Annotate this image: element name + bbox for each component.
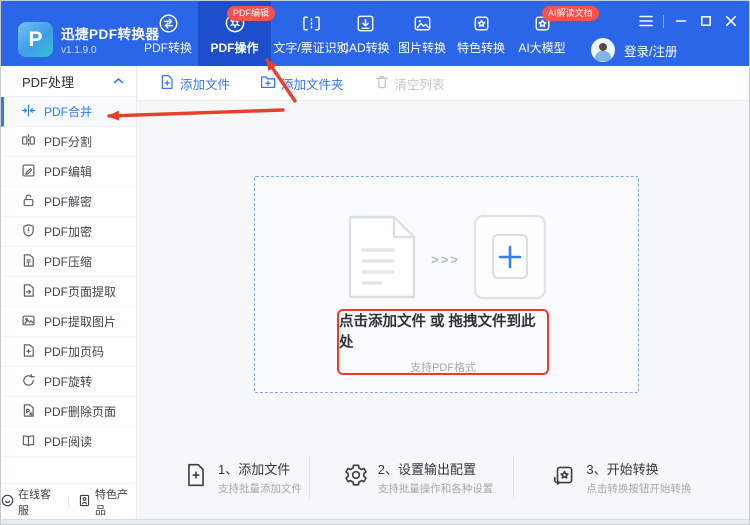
- sidebar-item-pdf-decrypt[interactable]: PDF解密: [1, 187, 136, 217]
- tab-special-convert[interactable]: 特色转换: [452, 1, 510, 66]
- trash-icon: [374, 74, 390, 93]
- sidebar-item-pdf-merge[interactable]: PDF合并: [1, 97, 136, 127]
- window-controls: [638, 13, 739, 29]
- compress-icon: [21, 253, 36, 271]
- chevron-up-icon[interactable]: [113, 77, 124, 85]
- footer-divider: [68, 496, 69, 508]
- login-register-link[interactable]: 登录/注册: [624, 41, 677, 60]
- app-logo: P: [18, 22, 53, 57]
- maximize-icon[interactable]: [698, 13, 714, 29]
- dropzone-sub-text: 支持PDF格式: [410, 359, 476, 375]
- sidebar-footer: 在线客服 特色产品: [1, 483, 136, 519]
- avatar[interactable]: [591, 38, 615, 62]
- unlock-icon: [21, 193, 36, 211]
- add-file-placeholder-icon: [473, 214, 547, 305]
- split-icon: [21, 133, 36, 151]
- app-window: P 迅捷PDF转换器 v1.1.9.0 PDF转换 PDF操作: [0, 0, 750, 525]
- page-number-icon: [21, 343, 36, 361]
- sidebar-item-pdf-page-number[interactable]: PDF加页码: [1, 337, 136, 367]
- file-plus-icon: [183, 462, 209, 493]
- sidebar-item-pdf-read[interactable]: PDF阅读: [1, 427, 136, 457]
- file-dropzone[interactable]: >>> 点击添加文件 或 拖拽文件到此处 支持PDF格式: [254, 176, 639, 393]
- topbar: P 迅捷PDF转换器 v1.1.9.0 PDF转换 PDF操作: [1, 1, 749, 66]
- sidebar-item-pdf-rotate[interactable]: PDF旋转: [1, 367, 136, 397]
- rotate-icon: [21, 373, 36, 391]
- dropzone-main-text: 点击添加文件 或 拖拽文件到此处: [339, 310, 547, 352]
- merge-icon: [21, 103, 36, 121]
- document-icon: [346, 214, 418, 305]
- menu-icon[interactable]: [638, 13, 654, 29]
- pdf-edit-badge: PDF编辑: [227, 6, 275, 21]
- tab-cad-convert[interactable]: CAD转换: [335, 1, 395, 66]
- sidebar-item-pdf-encrypt[interactable]: PDF加密: [1, 217, 136, 247]
- chevrons-right-icon: >>>: [431, 252, 460, 267]
- file-plus-icon: [159, 74, 175, 93]
- sidebar: PDF处理 PDF合并 PDF分割 PDF编辑 PDF解密 PDF加密 PD: [1, 66, 137, 519]
- add-folder-button[interactable]: 添加文件夹: [260, 74, 344, 93]
- image-convert-icon: [411, 12, 434, 35]
- tab-pdf-convert[interactable]: PDF转换: [139, 1, 197, 66]
- online-service-button[interactable]: 在线客服: [1, 486, 59, 518]
- main-panel: 添加文件 添加文件夹 清空列表 >>>: [138, 66, 749, 519]
- step-add-files: 1、添加文件 支持批量添加文件: [138, 455, 309, 499]
- delete-page-icon: [21, 403, 36, 421]
- cad-convert-icon: [354, 12, 377, 35]
- tab-image-convert[interactable]: 图片转换: [393, 1, 451, 66]
- controls-divider: [663, 15, 664, 28]
- service-icon: [1, 494, 14, 510]
- product-icon: [78, 494, 91, 510]
- file-toolbar: 添加文件 添加文件夹 清空列表: [138, 66, 749, 101]
- steps-bar: 1、添加文件 支持批量添加文件 2、设置输出配置 支持批量操作和各种设置 3、开…: [138, 455, 749, 499]
- close-icon[interactable]: [723, 13, 739, 29]
- sidebar-item-pdf-page-extract[interactable]: PDF页面提取: [1, 277, 136, 307]
- image-extract-icon: [21, 313, 36, 331]
- minimize-icon[interactable]: [673, 13, 689, 29]
- window-bottom-edge: [1, 519, 749, 524]
- step-start-convert: 3、开始转换 点击转换按钮开始转换: [513, 455, 749, 499]
- ocr-icon: [300, 12, 323, 35]
- featured-products-button[interactable]: 特色产品: [78, 486, 136, 518]
- sidebar-item-pdf-image-extract[interactable]: PDF提取图片: [1, 307, 136, 337]
- ai-doc-badge: AI解读文档: [542, 6, 599, 21]
- pdf-convert-icon: [157, 12, 180, 35]
- page-extract-icon: [21, 283, 36, 301]
- convert-start-icon: [551, 462, 577, 493]
- sidebar-item-pdf-delete-page[interactable]: PDF删除页面: [1, 397, 136, 427]
- shield-icon: [21, 223, 36, 241]
- gear-icon: [343, 462, 369, 493]
- sidebar-header-label: PDF处理: [22, 72, 74, 91]
- sidebar-item-pdf-split[interactable]: PDF分割: [1, 127, 136, 157]
- add-file-button[interactable]: 添加文件: [159, 74, 230, 93]
- special-convert-icon: [470, 12, 493, 35]
- edit-icon: [21, 163, 36, 181]
- folder-plus-icon: [260, 74, 276, 93]
- step-output-settings: 2、设置输出配置 支持批量操作和各种设置: [309, 455, 514, 499]
- clear-list-button[interactable]: 清空列表: [374, 74, 445, 93]
- sidebar-item-pdf-edit[interactable]: PDF编辑: [1, 157, 136, 187]
- sidebar-item-pdf-compress[interactable]: PDF压缩: [1, 247, 136, 277]
- read-icon: [21, 433, 36, 451]
- annotation-box: 点击添加文件 或 拖拽文件到此处 支持PDF格式: [337, 309, 549, 375]
